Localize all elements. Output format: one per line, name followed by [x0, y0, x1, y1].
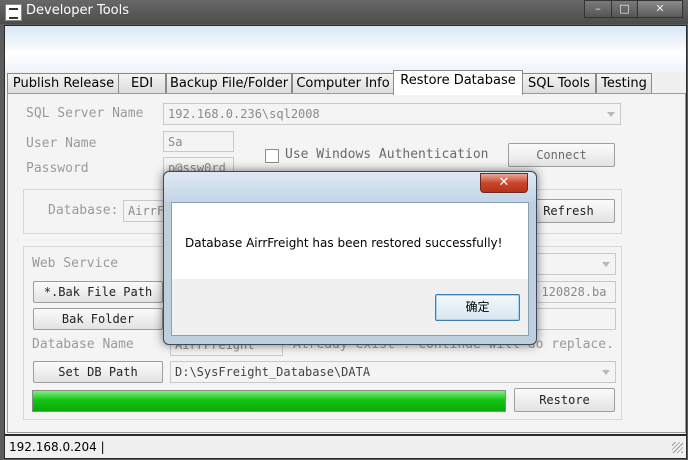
dialog-message: Database AirrFreight has been restored s… — [185, 236, 503, 250]
database-name-label: Database Name — [32, 337, 134, 352]
tab-restore-database[interactable]: Restore Database — [393, 70, 523, 95]
dialog-close-button[interactable]: ✕ — [480, 173, 528, 193]
message-dialog: ✕ Database AirrFreight has been restored… — [163, 171, 537, 345]
status-text: 192.168.0.204 | — [9, 440, 105, 454]
header-band — [5, 26, 686, 72]
dialog-footer: 确定 — [171, 279, 529, 336]
bak-folder-button[interactable]: Bak Folder — [33, 308, 163, 330]
tab-publish-release[interactable]: Publish Release — [7, 73, 120, 94]
restore-progress-fill — [33, 391, 505, 411]
maximize-button[interactable]: □ — [611, 0, 638, 18]
restore-progress-bar — [32, 390, 506, 412]
db-path-combo[interactable]: D:\SysFreight_Database\DATA — [170, 361, 616, 383]
minimize-button[interactable]: – — [584, 0, 612, 18]
resize-grip-icon[interactable] — [672, 442, 683, 453]
bak-file-path-button[interactable]: *.Bak File Path — [33, 281, 163, 303]
tab-computer-info[interactable]: Computer Info — [292, 73, 394, 94]
sql-server-name-value: 192.168.0.236\sql2008 — [168, 107, 320, 121]
use-windows-auth-label: Use Windows Authentication — [285, 147, 489, 162]
database-label: Database: — [48, 203, 119, 218]
restore-button[interactable]: Restore — [514, 388, 615, 412]
tab-backup-file-folder[interactable]: Backup File/Folder — [166, 73, 292, 94]
use-windows-auth-checkbox[interactable] — [265, 149, 279, 163]
chevron-down-icon[interactable] — [602, 370, 610, 375]
sql-server-name-label: SQL Server Name — [26, 106, 144, 121]
window-title: Developer Tools — [26, 3, 130, 18]
set-db-path-button[interactable]: Set DB Path — [33, 361, 163, 383]
title-bar[interactable]: Developer Tools – □ ✕ — [0, 0, 688, 24]
tab-edi[interactable]: EDI — [118, 73, 166, 94]
sql-server-name-combo[interactable]: 192.168.0.236\sql2008 — [163, 103, 621, 125]
status-bar: 192.168.0.204 | — [4, 435, 687, 459]
app-icon — [5, 4, 22, 21]
user-name-label: User Name — [26, 136, 97, 151]
password-label: Password — [26, 161, 89, 176]
chevron-down-icon[interactable] — [602, 262, 610, 267]
web-service-label: Web Service — [32, 256, 119, 271]
close-button[interactable]: ✕ — [637, 0, 683, 18]
tab-sql-tools[interactable]: SQL Tools — [522, 73, 596, 94]
ok-button[interactable]: 确定 — [435, 294, 520, 321]
chevron-down-icon[interactable] — [607, 112, 615, 117]
user-name-field[interactable]: Sa — [163, 131, 234, 152]
dialog-body: Database AirrFreight has been restored s… — [171, 202, 529, 279]
connect-button[interactable]: Connect — [508, 143, 615, 167]
tab-testing[interactable]: Testing — [596, 73, 652, 94]
db-path-value: D:\SysFreight_Database\DATA — [175, 365, 371, 379]
